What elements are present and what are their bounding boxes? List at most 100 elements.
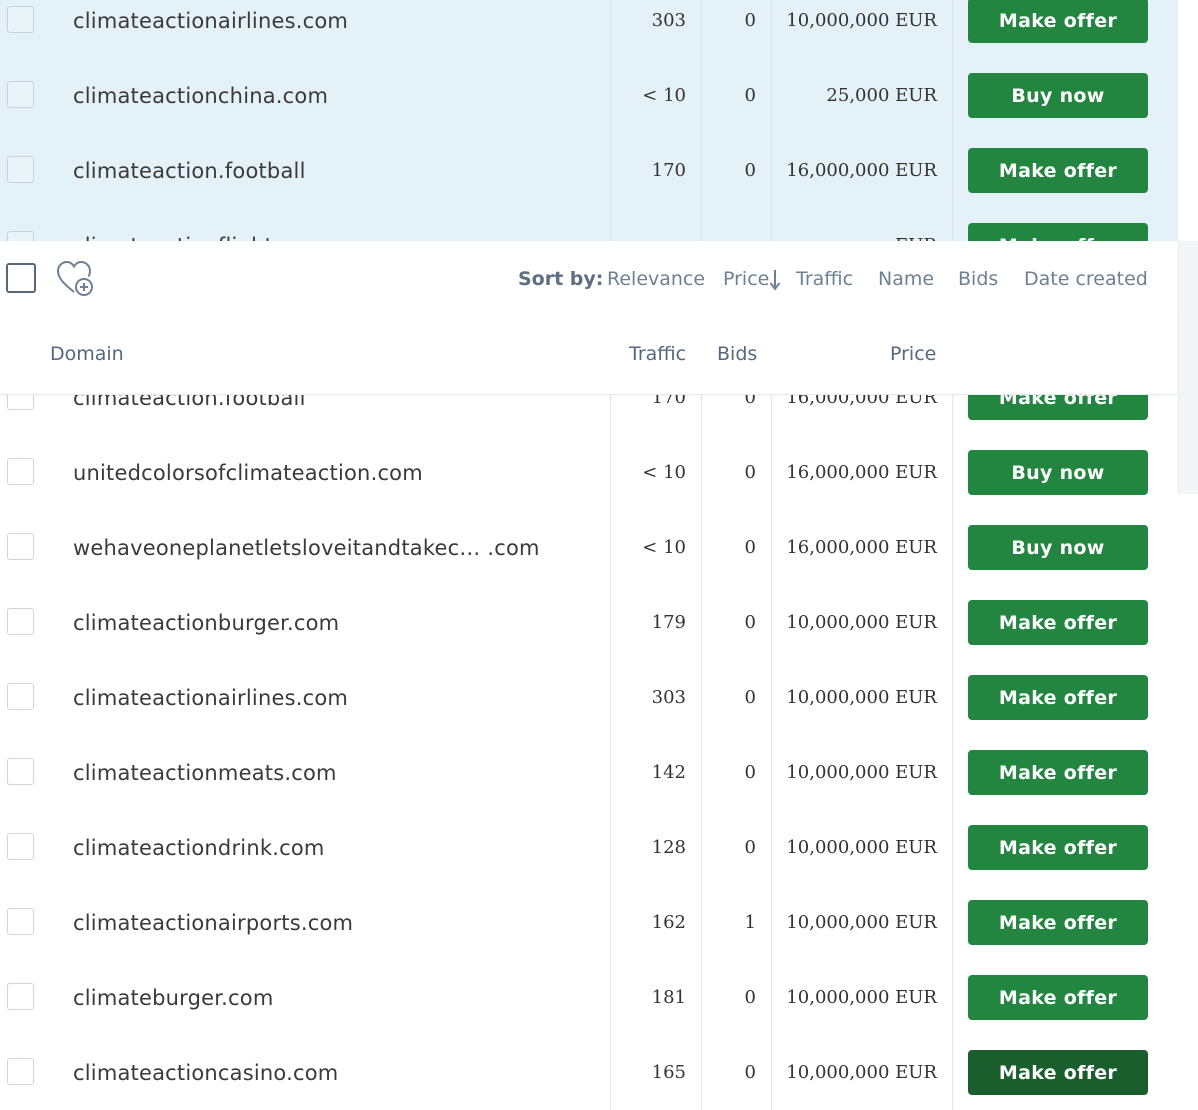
price-value: 10,000,000 EUR xyxy=(786,912,937,933)
price-value: 16,000,000 EUR xyxy=(786,160,937,181)
price-value: 10,000,000 EUR xyxy=(786,687,937,708)
row-checkbox[interactable] xyxy=(7,683,34,710)
price-value: 16,000,000 EUR xyxy=(786,462,937,483)
price-value: 10,000,000 EUR xyxy=(786,837,937,858)
table-row[interactable]: climateactioncasino.com 165 0 10,000,000 EU… xyxy=(0,1035,1178,1110)
make-offer-button[interactable]: Make offer xyxy=(968,0,1148,43)
price-value: 10,000,000 EUR xyxy=(786,10,937,31)
table-row[interactable]: climateactionairlines.com 303 0 10,000,000 … xyxy=(0,660,1178,735)
arrow-down-icon[interactable] xyxy=(769,269,781,295)
table-row[interactable]: climateactionchina.com < 10 0 25,000 EUR… xyxy=(0,58,1178,133)
sort-toolbar: Sort by: Relevance Price Traffic Name Bi… xyxy=(0,241,1178,319)
price-value: 16,000,000 EUR xyxy=(786,537,937,558)
row-checkbox[interactable] xyxy=(7,533,34,560)
bids-value: 0 xyxy=(744,687,756,708)
traffic-value: 170 xyxy=(651,160,686,181)
domain-name[interactable]: climateactionairlines.com xyxy=(73,660,348,735)
bids-value: 0 xyxy=(744,987,756,1008)
traffic-value: 181 xyxy=(651,987,686,1008)
row-checkbox[interactable] xyxy=(7,6,34,33)
bids-value: 0 xyxy=(744,837,756,858)
row-checkbox[interactable] xyxy=(7,758,34,785)
sort-option-date-created[interactable]: Date created xyxy=(1024,268,1148,290)
sort-by-label: Sort by: xyxy=(518,268,604,290)
table-header: Domain Traffic Bids Price xyxy=(0,318,1178,395)
row-checkbox[interactable] xyxy=(7,908,34,935)
sort-option-bids[interactable]: Bids xyxy=(958,268,998,290)
traffic-value: 162 xyxy=(651,912,686,933)
row-checkbox[interactable] xyxy=(7,833,34,860)
table-row[interactable]: climateburger.com 181 0 10,000,000 EUR Make … xyxy=(0,960,1178,1035)
scrollbar[interactable] xyxy=(1178,241,1198,494)
column-header-price[interactable]: Price xyxy=(890,343,936,365)
row-checkbox[interactable] xyxy=(7,458,34,485)
make-offer-button[interactable]: Make offer xyxy=(968,148,1148,193)
row-checkbox[interactable] xyxy=(7,156,34,183)
bids-value: 0 xyxy=(744,160,756,181)
table-row[interactable]: climateactionmeats.com 142 0 10,000,000 EUR… xyxy=(0,735,1178,810)
domain-name[interactable]: climateactioncasino.com xyxy=(73,1035,338,1110)
make-offer-button[interactable]: Make offer xyxy=(968,900,1148,945)
column-header-traffic[interactable]: Traffic xyxy=(629,343,686,365)
price-value: 25,000 EUR xyxy=(826,85,937,106)
bids-value: 0 xyxy=(744,1062,756,1083)
row-checkbox[interactable] xyxy=(7,608,34,635)
bids-value: 0 xyxy=(744,612,756,633)
buy-now-button[interactable]: Buy now xyxy=(968,73,1148,118)
heart-plus-icon[interactable] xyxy=(56,259,96,303)
price-value: 10,000,000 EUR xyxy=(786,762,937,783)
buy-now-button[interactable]: Buy now xyxy=(968,450,1148,495)
sort-option-name[interactable]: Name xyxy=(878,268,934,290)
domain-name[interactable]: climateactionmeats.com xyxy=(73,735,337,810)
domain-name[interactable]: wehaveoneplanetletsloveitandtakec… .com xyxy=(73,510,540,585)
row-checkbox[interactable] xyxy=(7,81,34,108)
results-list: climateaction.football 170 0 16,000,000 EUR… xyxy=(0,360,1178,1110)
select-all-checkbox[interactable] xyxy=(6,263,36,293)
make-offer-button[interactable]: Make offer xyxy=(968,1050,1148,1095)
table-row[interactable]: climateaction.football 170 0 16,000,000 … xyxy=(0,133,1178,208)
traffic-value: 128 xyxy=(651,837,686,858)
bids-value: 0 xyxy=(744,85,756,106)
table-row[interactable]: climateactionburger.com 179 0 10,000,000 EU… xyxy=(0,585,1178,660)
price-value: 10,000,000 EUR xyxy=(786,612,937,633)
make-offer-button[interactable]: Make offer xyxy=(968,675,1148,720)
domain-name[interactable]: climateburger.com xyxy=(73,960,273,1035)
make-offer-button[interactable]: Make offer xyxy=(968,600,1148,645)
bids-value: 0 xyxy=(744,10,756,31)
traffic-value: 303 xyxy=(651,687,686,708)
traffic-value: < 10 xyxy=(642,85,686,106)
table-row[interactable]: unitedcolorsofclimateaction.com < 10 0 16,0… xyxy=(0,435,1178,510)
traffic-value: 142 xyxy=(651,762,686,783)
domain-name[interactable]: climateaction.football xyxy=(73,133,306,208)
table-row[interactable]: climateactiondrink.com 128 0 10,000,000 EUR… xyxy=(0,810,1178,885)
traffic-value: 179 xyxy=(651,612,686,633)
table-row[interactable]: climateactionairlines.com 303 0 10,000,0… xyxy=(0,0,1178,58)
domain-name[interactable]: climateactionburger.com xyxy=(73,585,339,660)
price-value: 10,000,000 EUR xyxy=(786,987,937,1008)
sort-option-relevance[interactable]: Relevance xyxy=(607,268,705,290)
table-row[interactable]: climateactionairports.com 162 1 10,000,000 … xyxy=(0,885,1178,960)
bids-value: 0 xyxy=(744,762,756,783)
domain-name[interactable]: unitedcolorsofclimateaction.com xyxy=(73,435,423,510)
bids-value: 0 xyxy=(744,537,756,558)
bids-value: 1 xyxy=(744,912,756,933)
row-checkbox[interactable] xyxy=(7,1058,34,1085)
domain-name[interactable]: climateactionairlines.com xyxy=(73,0,348,58)
domain-name[interactable]: climateactiondrink.com xyxy=(73,810,325,885)
make-offer-button[interactable]: Make offer xyxy=(968,825,1148,870)
make-offer-button[interactable]: Make offer xyxy=(968,975,1148,1020)
sort-option-traffic[interactable]: Traffic xyxy=(796,268,853,290)
column-header-domain[interactable]: Domain xyxy=(50,343,124,365)
make-offer-button[interactable]: Make offer xyxy=(968,750,1148,795)
row-checkbox[interactable] xyxy=(7,983,34,1010)
domain-name[interactable]: climateactionchina.com xyxy=(73,58,328,133)
domain-name[interactable]: climateactionairports.com xyxy=(73,885,353,960)
traffic-value: < 10 xyxy=(642,462,686,483)
sort-option-price[interactable]: Price xyxy=(723,268,769,290)
price-value: 10,000,000 EUR xyxy=(786,1062,937,1083)
column-header-bids[interactable]: Bids xyxy=(717,343,757,365)
traffic-value: 165 xyxy=(651,1062,686,1083)
bids-value: 0 xyxy=(744,462,756,483)
table-row[interactable]: wehaveoneplanetletsloveitandtakec… .com <… xyxy=(0,510,1178,585)
buy-now-button[interactable]: Buy now xyxy=(968,525,1148,570)
